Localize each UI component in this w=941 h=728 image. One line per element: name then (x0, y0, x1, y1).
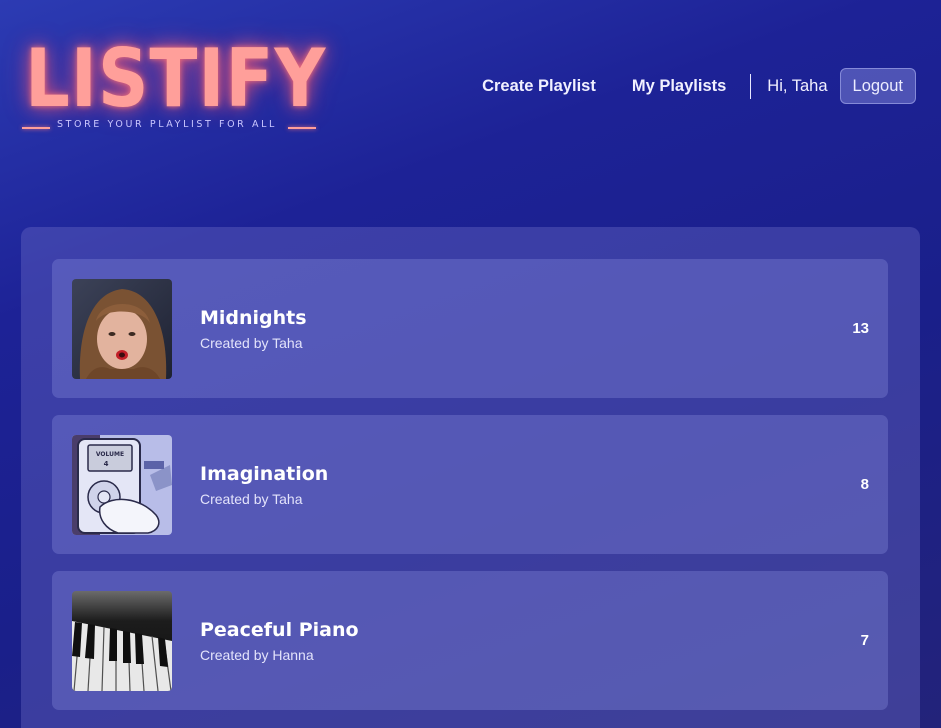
playlist-song-count: 8 (860, 476, 869, 493)
playlist-card-midnights[interactable]: Midnights Created by Taha 13 (52, 259, 888, 398)
ipod-cover-icon: VOLUME 4 (72, 435, 172, 535)
logo-line-right (288, 127, 316, 129)
logo-title: LISTIFY (25, 32, 327, 125)
logo-tagline: STORE YOUR PLAYLIST FOR ALL (57, 119, 277, 130)
playlist-title: Peaceful Piano (200, 619, 359, 641)
user-greeting: Hi, Taha (767, 76, 828, 95)
playlist-creator: Created by Taha (200, 491, 303, 507)
svg-text:VOLUME: VOLUME (96, 451, 124, 458)
logo[interactable]: LISTIFY STORE YOUR PLAYLIST FOR ALL (22, 28, 325, 138)
playlist-title: Midnights (200, 307, 307, 329)
svg-text:4: 4 (104, 460, 109, 468)
playlist-card-peaceful-piano[interactable]: Peaceful Piano Created by Hanna 7 (52, 571, 888, 710)
nav-divider (750, 73, 752, 99)
playlist-creator: Created by Hanna (200, 647, 314, 663)
playlist-card-imagination[interactable]: VOLUME 4 Imagination Created by Taha 8 (52, 415, 888, 554)
my-playlists-link[interactable]: My Playlists (632, 77, 726, 96)
logout-button[interactable]: Logout (839, 68, 916, 104)
create-playlist-link[interactable]: Create Playlist (482, 77, 596, 96)
piano-keys-cover-icon (72, 591, 172, 691)
playlist-song-count: 7 (860, 632, 869, 649)
playlist-title: Imagination (200, 463, 329, 485)
portrait-cover-icon (72, 279, 172, 379)
logo-line-left (22, 127, 50, 129)
playlist-panel: Midnights Created by Taha 13 VOLUME 4 Im… (21, 227, 920, 728)
playlist-creator: Created by Taha (200, 335, 303, 351)
top-nav: Create Playlist My Playlists Hi, Taha Lo… (482, 67, 916, 105)
playlist-song-count: 13 (852, 320, 869, 337)
